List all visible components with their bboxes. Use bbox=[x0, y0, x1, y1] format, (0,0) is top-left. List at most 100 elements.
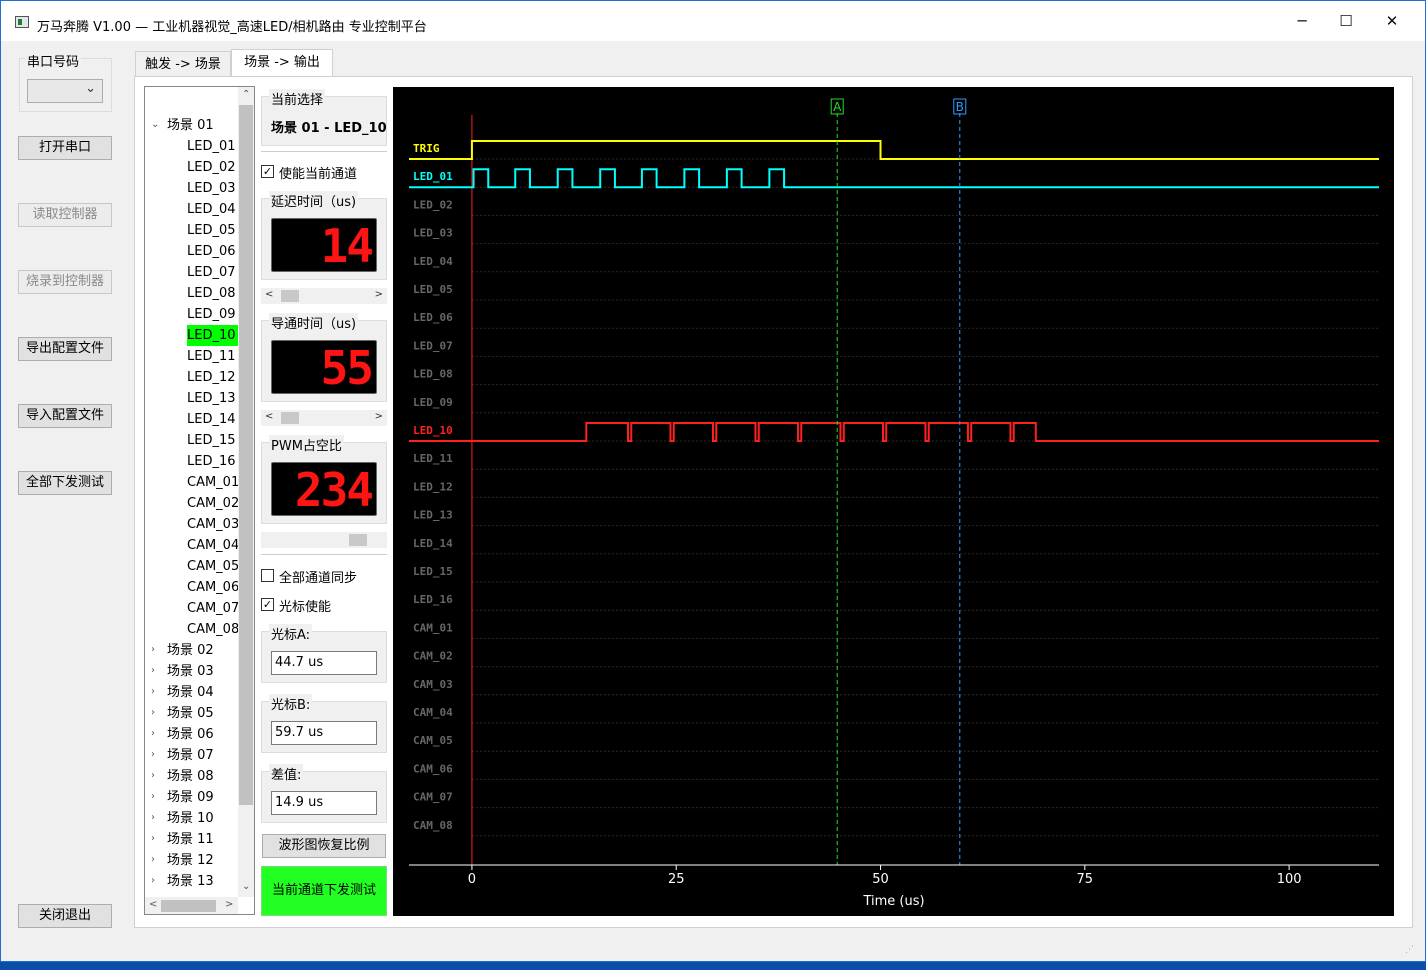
channel-label: LED_16 bbox=[413, 593, 453, 606]
minimize-icon[interactable]: ─ bbox=[1279, 5, 1325, 37]
maximize-icon[interactable]: ☐ bbox=[1323, 5, 1369, 37]
tree-item-channel[interactable]: CAM_03 bbox=[187, 514, 239, 535]
tree-horizontal-scrollbar[interactable]: < > bbox=[145, 897, 238, 914]
tree-item-scene[interactable]: 场景 11 bbox=[167, 829, 214, 850]
chevron-down-icon: ⌄ bbox=[85, 81, 96, 96]
slider-right-icon[interactable]: > bbox=[375, 289, 383, 300]
channel-label: TRIG bbox=[413, 142, 440, 155]
read-controller-button[interactable]: 读取控制器 bbox=[18, 203, 112, 227]
sync-all-checkbox[interactable] bbox=[261, 569, 274, 582]
tree-item-channel[interactable]: LED_13 bbox=[187, 388, 236, 409]
cursor-enable-checkbox[interactable]: ✓ bbox=[261, 598, 274, 611]
diff-field[interactable]: 14.9 us bbox=[271, 791, 377, 815]
scroll-right-icon[interactable]: > bbox=[225, 899, 233, 910]
tab-trigger-scene[interactable]: 触发 -> 场景 bbox=[135, 51, 231, 77]
tree-item-scene[interactable]: 场景 13 bbox=[167, 871, 214, 892]
x-tick-label: 25 bbox=[668, 872, 685, 887]
tree-item-scene[interactable]: 场景 10 bbox=[167, 808, 214, 829]
export-config-button[interactable]: 导出配置文件 bbox=[18, 337, 112, 361]
waveform-chart[interactable]: TRIG LED_01 LED_02 LED_03 LED_04 LED_05 LED_06… bbox=[393, 87, 1394, 916]
tree-item-scene[interactable]: 场景 01 bbox=[167, 115, 214, 136]
slider-right-icon[interactable]: > bbox=[375, 411, 383, 422]
scene-tree[interactable]: ⌄ 场景 01 LED_01 LED_02 LED_03 LED_04 LED_05 LED_… bbox=[144, 86, 255, 915]
pwm-slider-thumb[interactable] bbox=[348, 534, 367, 546]
tree-item-channel[interactable]: LED_09 bbox=[187, 304, 236, 325]
chevron-right-icon[interactable]: › bbox=[151, 875, 155, 886]
on-time-slider-thumb[interactable] bbox=[281, 412, 300, 424]
tree-item-channel[interactable]: LED_15 bbox=[187, 430, 236, 451]
tree-item-channel[interactable]: LED_11 bbox=[187, 346, 236, 367]
chevron-right-icon[interactable]: › bbox=[151, 749, 155, 760]
tree-item-channel[interactable]: LED_14 bbox=[187, 409, 236, 430]
tree-item-channel[interactable]: CAM_06 bbox=[187, 577, 239, 598]
tree-item-channel[interactable]: LED_04 bbox=[187, 199, 236, 220]
tree-vertical-thumb[interactable] bbox=[239, 105, 253, 805]
tree-item-channel[interactable]: LED_07 bbox=[187, 262, 236, 283]
chevron-right-icon[interactable]: › bbox=[151, 791, 155, 802]
enable-channel-checkbox[interactable]: ✓ bbox=[261, 165, 274, 178]
tree-item-scene[interactable]: 场景 12 bbox=[167, 850, 214, 871]
scroll-up-icon[interactable]: ⌃ bbox=[242, 89, 250, 100]
send-all-test-button[interactable]: 全部下发测试 bbox=[18, 471, 112, 495]
tree-item-channel[interactable]: LED_12 bbox=[187, 367, 236, 388]
tree-item-scene[interactable]: 场景 06 bbox=[167, 724, 214, 745]
tree-item-channel[interactable]: CAM_02 bbox=[187, 493, 239, 514]
chevron-right-icon[interactable]: › bbox=[151, 644, 155, 655]
pwm-slider[interactable] bbox=[261, 532, 387, 548]
delay-slider-thumb[interactable] bbox=[280, 290, 299, 302]
title-bar: 万马奔腾 V1.00 — 工业机器视觉_高速LED/相机路由 专业控制平台 ─ … bbox=[1, 1, 1425, 41]
send-current-channel-button[interactable]: 当前通道下发测试 bbox=[261, 866, 387, 916]
slider-left-icon[interactable]: < bbox=[265, 289, 273, 300]
tree-item-scene[interactable]: 场景 02 bbox=[167, 640, 214, 661]
chevron-right-icon[interactable]: › bbox=[151, 770, 155, 781]
tree-item-channel[interactable]: LED_01 bbox=[187, 136, 236, 157]
on-time-slider[interactable]: < > bbox=[261, 410, 387, 426]
tree-item-channel[interactable]: LED_06 bbox=[187, 241, 236, 262]
restore-scale-button[interactable]: 波形图恢复比例 bbox=[262, 834, 386, 858]
tree-item-scene[interactable]: 场景 07 bbox=[167, 745, 214, 766]
tree-item-channel[interactable]: LED_02 bbox=[187, 157, 236, 178]
chevron-right-icon[interactable]: › bbox=[151, 812, 155, 823]
tree-item-channel[interactable]: CAM_08 bbox=[187, 619, 239, 640]
delay-display: 14 bbox=[271, 218, 377, 273]
tree-item-scene[interactable]: 场景 04 bbox=[167, 682, 214, 703]
tree-item-channel[interactable]: CAM_01 bbox=[187, 472, 239, 493]
cursor-b-field[interactable]: 59.7 us bbox=[271, 721, 377, 745]
burn-controller-button[interactable]: 烧录到控制器 bbox=[18, 270, 112, 294]
chevron-right-icon[interactable]: › bbox=[151, 854, 155, 865]
cursor-a-field[interactable]: 44.7 us bbox=[271, 651, 377, 675]
tree-item-scene[interactable]: 场景 03 bbox=[167, 661, 214, 682]
open-port-button[interactable]: 打开串口 bbox=[18, 136, 112, 160]
scroll-down-icon[interactable]: ⌄ bbox=[242, 881, 250, 892]
tree-item-channel[interactable]: LED_08 bbox=[187, 283, 236, 304]
tree-item-scene[interactable]: 场景 09 bbox=[167, 787, 214, 808]
chevron-right-icon[interactable]: › bbox=[151, 833, 155, 844]
tree-item-channel[interactable]: CAM_07 bbox=[187, 598, 239, 619]
chevron-right-icon[interactable]: › bbox=[151, 665, 155, 676]
close-icon[interactable]: ✕ bbox=[1369, 5, 1415, 37]
import-config-button[interactable]: 导入配置文件 bbox=[18, 404, 112, 428]
tree-item-scene[interactable]: 场景 08 bbox=[167, 766, 214, 787]
chevron-down-icon[interactable]: ⌄ bbox=[151, 119, 159, 130]
chevron-right-icon[interactable]: › bbox=[151, 728, 155, 739]
port-select[interactable]: ⌄ bbox=[27, 79, 103, 103]
tree-item-channel[interactable]: LED_16 bbox=[187, 451, 236, 472]
scroll-left-icon[interactable]: < bbox=[149, 899, 157, 910]
tree-item-channel[interactable]: CAM_04 bbox=[187, 535, 239, 556]
slider-left-icon[interactable]: < bbox=[265, 411, 273, 422]
tree-item-channel[interactable]: LED_10 bbox=[187, 325, 239, 346]
cursor-a-label: 光标A: bbox=[269, 624, 313, 643]
tree-item-channel[interactable]: CAM_05 bbox=[187, 556, 239, 577]
tab-scene-output[interactable]: 场景 -> 输出 bbox=[231, 49, 333, 77]
close-exit-button[interactable]: 关闭退出 bbox=[18, 904, 112, 928]
tree-item-scene[interactable]: 场景 05 bbox=[167, 703, 214, 724]
chevron-right-icon[interactable]: › bbox=[151, 686, 155, 697]
tree-item-channel[interactable]: LED_03 bbox=[187, 178, 236, 199]
delay-slider[interactable]: < > bbox=[261, 288, 387, 304]
resize-grip-icon[interactable]: ⋰ bbox=[1405, 946, 1419, 959]
chevron-right-icon[interactable]: › bbox=[151, 707, 155, 718]
tree-item-channel[interactable]: LED_05 bbox=[187, 220, 236, 241]
tree-horizontal-thumb[interactable] bbox=[161, 900, 216, 912]
check-mark-icon: ✓ bbox=[262, 598, 273, 611]
x-tick-label: 75 bbox=[1077, 872, 1094, 887]
